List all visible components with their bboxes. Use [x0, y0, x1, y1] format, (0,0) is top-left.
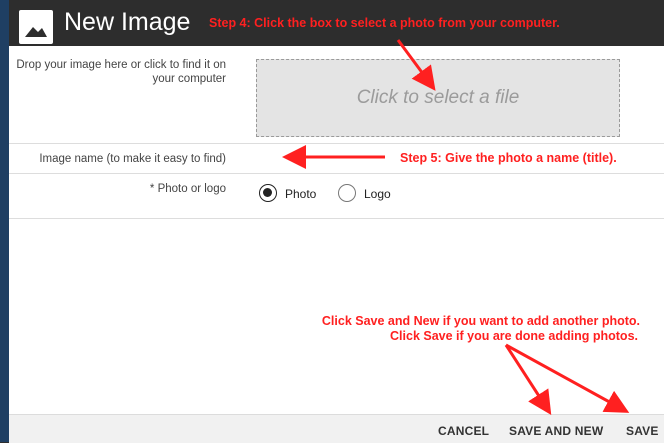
step4-annotation: Step 4: Click the box to select a photo … [209, 16, 560, 30]
logo-radio[interactable] [338, 184, 356, 202]
dialog-title: New Image [64, 8, 191, 36]
save-and-new-button[interactable]: SAVE AND NEW [509, 424, 603, 438]
logo-radio-label[interactable]: Logo [364, 187, 391, 201]
dialog-titlebar: New Image Step 4: Click the box to selec… [9, 0, 664, 46]
cancel-button[interactable]: CANCEL [438, 424, 489, 438]
dialog-footer: CANCEL SAVE AND NEW SAVE [9, 414, 664, 443]
drop-label: Drop your image here or click to find it… [16, 59, 226, 85]
image-icon [19, 10, 53, 44]
image-name-input[interactable]: Image name (to make it easy to find) [6, 153, 226, 165]
save-note-line2: Click Save if you are done adding photos… [390, 329, 638, 343]
divider [9, 173, 664, 174]
divider [9, 143, 664, 144]
photo-radio-label[interactable]: Photo [285, 187, 316, 201]
dialog-body: Drop your image here or click to find it… [6, 46, 664, 443]
photo-radio[interactable] [259, 184, 277, 202]
file-dropzone[interactable]: Click to select a file [256, 59, 620, 137]
save-button[interactable]: SAVE [626, 424, 659, 438]
save-note-line1: Click Save and New if you want to add an… [321, 314, 640, 328]
divider [9, 218, 664, 219]
dropzone-text: Click to select a file [356, 87, 520, 108]
photo-or-logo-label: * Photo or logo [149, 183, 226, 195]
step5-annotation: Step 5: Give the photo a name (title). [400, 151, 617, 165]
